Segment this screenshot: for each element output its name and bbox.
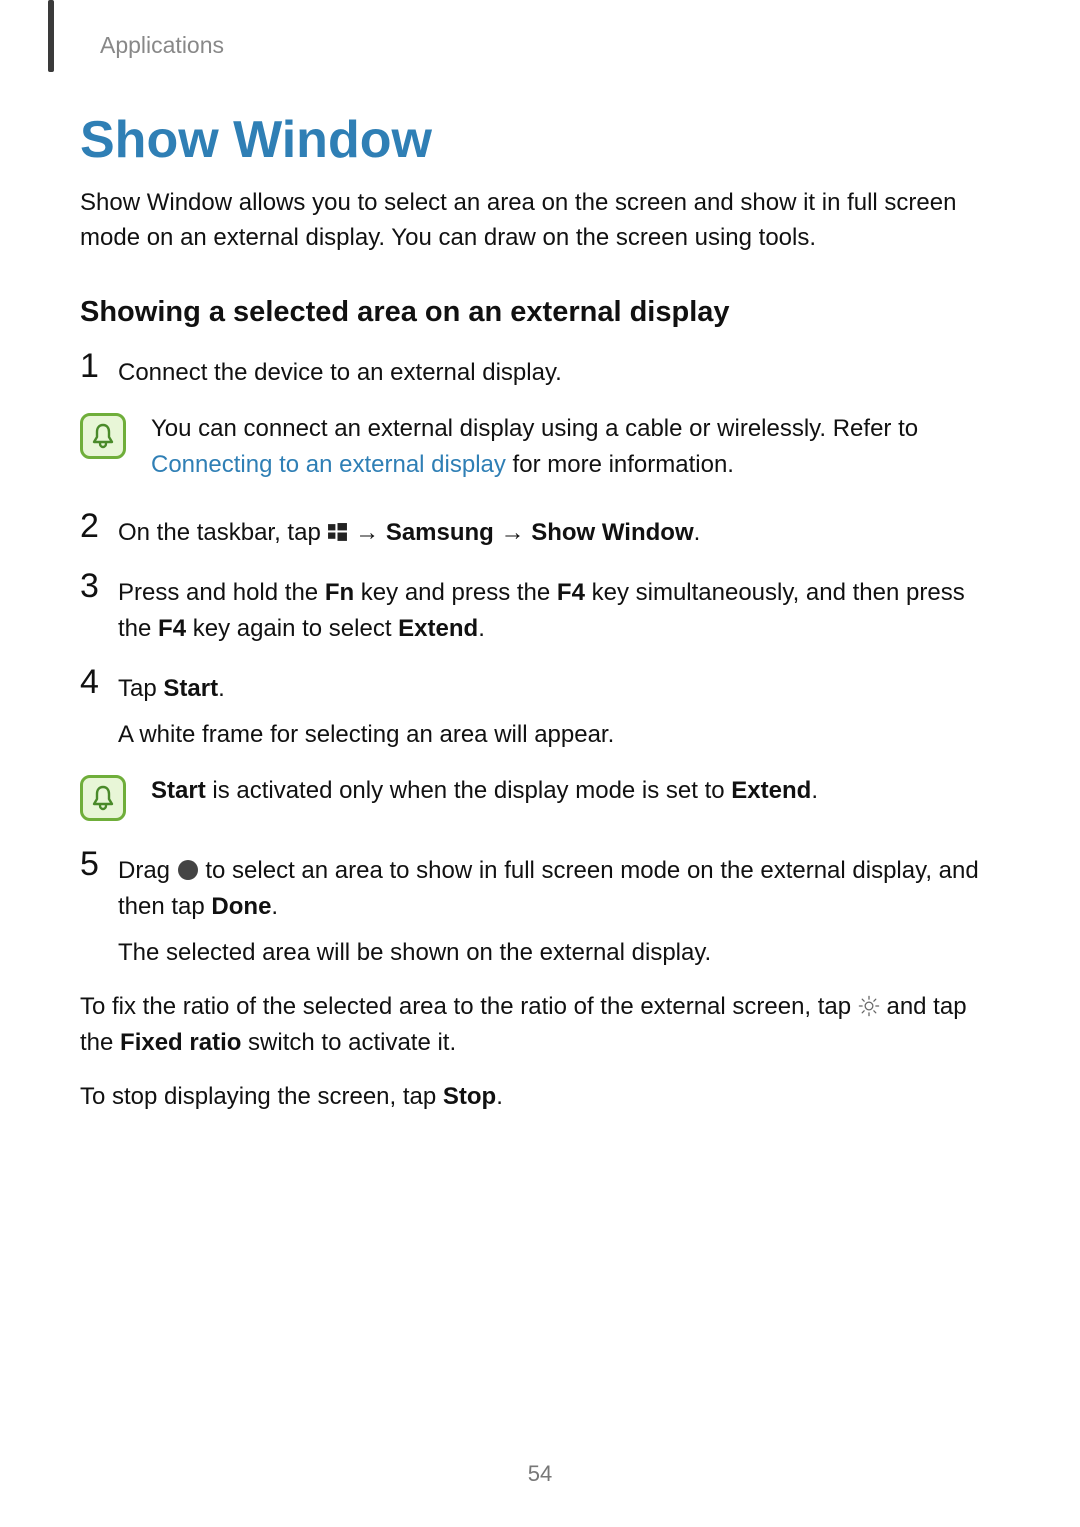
arrow: → — [494, 519, 531, 546]
step-number: 4 — [80, 665, 118, 699]
bell-note-icon — [80, 413, 126, 459]
text-part: . — [811, 777, 818, 804]
intro-paragraph: Show Window allows you to select an area… — [80, 186, 1000, 256]
text-part: . — [218, 675, 225, 702]
section-tab-mark — [48, 0, 54, 72]
step-subtext: A white frame for selecting an area will… — [118, 717, 1000, 753]
windows-start-icon — [327, 522, 348, 543]
text-part: . — [694, 519, 701, 546]
text-part: To fix the ratio of the selected area to… — [80, 993, 858, 1020]
text-part: . — [271, 893, 278, 920]
note-1: You can connect an external display usin… — [80, 409, 1000, 483]
link-connecting-display[interactable]: Connecting to an external display — [151, 451, 506, 478]
bold-f4: F4 — [557, 579, 585, 606]
step-number: 5 — [80, 847, 118, 881]
note-2: Start is activated only when the display… — [80, 771, 1000, 821]
bold-show-window: Show Window — [531, 519, 693, 546]
step-text: Press and hold the Fn key and press the … — [118, 569, 1000, 647]
page-number: 54 — [0, 1461, 1080, 1487]
text-part: . — [478, 615, 485, 642]
bold-start: Start — [163, 675, 218, 702]
step-text: Tap Start. A white frame for selecting a… — [118, 665, 1000, 753]
drag-handle-dot-icon — [177, 859, 199, 881]
note-text-part: You can connect an external display usin… — [151, 415, 918, 442]
step-4: 4 Tap Start. A white frame for selecting… — [80, 665, 1000, 753]
bold-done: Done — [211, 893, 271, 920]
step-2: 2 On the taskbar, tap → Samsung → Show W… — [80, 509, 1000, 551]
step-5: 5 Drag to select an area to show in full… — [80, 847, 1000, 971]
bold-samsung: Samsung — [386, 519, 494, 546]
step-subtext: The selected area will be shown on the e… — [118, 935, 1000, 971]
text-part: . — [496, 1083, 503, 1110]
step-1: 1 Connect the device to an external disp… — [80, 349, 1000, 391]
step-number: 3 — [80, 569, 118, 603]
text-part: To stop displaying the screen, tap — [80, 1083, 443, 1110]
tail-paragraph-2: To stop displaying the screen, tap Stop. — [80, 1079, 1000, 1115]
step-text: On the taskbar, tap → Samsung → Show Win… — [118, 509, 1000, 551]
text-part: is activated only when the display mode … — [206, 777, 732, 804]
step-number: 1 — [80, 349, 118, 383]
bold-extend: Extend — [398, 615, 478, 642]
tail-paragraph-1: To fix the ratio of the selected area to… — [80, 989, 1000, 1061]
text-part: Tap — [118, 675, 163, 702]
text-part: switch to activate it. — [241, 1029, 456, 1056]
bell-note-icon — [80, 775, 126, 821]
bold-stop: Stop — [443, 1083, 496, 1110]
text-part: Drag — [118, 857, 177, 884]
settings-gear-icon — [858, 995, 880, 1017]
text-part: key and press the — [354, 579, 557, 606]
bold-f4: F4 — [158, 615, 186, 642]
arrow: → — [348, 519, 385, 546]
bold-fn: Fn — [325, 579, 354, 606]
step-3: 3 Press and hold the Fn key and press th… — [80, 569, 1000, 647]
text-part: On the taskbar, tap — [118, 519, 327, 546]
page-title: Show Window — [80, 110, 1000, 170]
step-number: 2 — [80, 509, 118, 543]
step-text: Connect the device to an external displa… — [118, 349, 1000, 391]
note-text-part: for more information. — [506, 451, 734, 478]
bold-start: Start — [151, 777, 206, 804]
text-part: key again to select — [186, 615, 398, 642]
step-text: Drag to select an area to show in full s… — [118, 847, 1000, 971]
bold-extend: Extend — [731, 777, 811, 804]
section-subhead: Showing a selected area on an external d… — [80, 296, 1000, 329]
note-text: You can connect an external display usin… — [151, 409, 1000, 483]
bold-fixed-ratio: Fixed ratio — [120, 1029, 241, 1056]
note-text: Start is activated only when the display… — [151, 771, 1000, 809]
text-part: Press and hold the — [118, 579, 325, 606]
breadcrumb: Applications — [100, 32, 224, 59]
